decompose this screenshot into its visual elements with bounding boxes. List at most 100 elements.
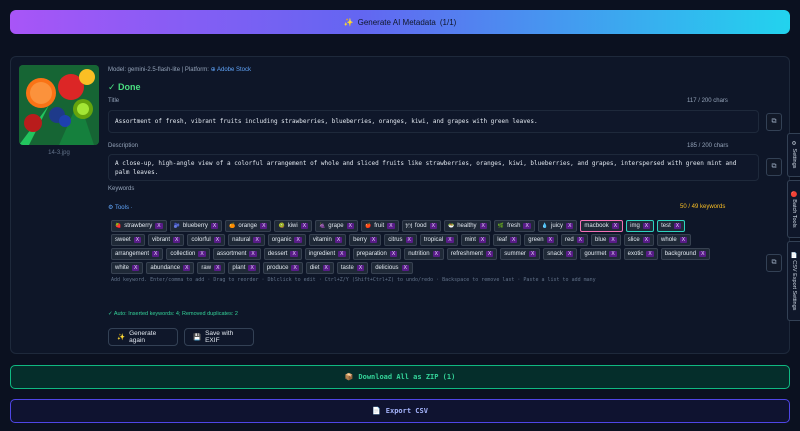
keyword-chip[interactable]: colorful X [187, 234, 226, 246]
keyword-chip[interactable]: produce X [262, 262, 303, 274]
generate-ai-metadata-button[interactable]: ✨ Generate AI Metadata (1/1) [10, 10, 790, 34]
save-with-exif-button[interactable]: 💾 Save with EXIF [184, 328, 254, 346]
remove-keyword-icon[interactable]: X [576, 237, 584, 243]
remove-keyword-icon[interactable]: X [679, 237, 688, 243]
keyword-chip[interactable]: citrus X [384, 234, 417, 246]
copy-keywords-icon[interactable]: ⧉ [766, 254, 782, 272]
keyword-chip[interactable]: 💧 juicy X [537, 220, 578, 232]
keyword-tools-toggle[interactable]: ⚙ Tools · [108, 204, 133, 211]
remove-keyword-icon[interactable]: X [132, 265, 140, 271]
remove-keyword-icon[interactable]: X [290, 251, 298, 257]
keyword-chip[interactable]: vitamin X [308, 234, 347, 246]
keyword-chip[interactable]: raw X [197, 262, 226, 274]
remove-keyword-icon[interactable]: X [509, 237, 518, 243]
remove-keyword-icon[interactable]: X [248, 265, 256, 271]
keyword-chip[interactable]: organic X [267, 234, 306, 246]
remove-keyword-icon[interactable]: X [322, 265, 330, 271]
keyword-chip[interactable]: ingredient X [304, 248, 350, 260]
remove-keyword-icon[interactable]: X [446, 237, 454, 243]
remove-keyword-icon[interactable]: X [401, 265, 409, 271]
remove-keyword-icon[interactable]: X [210, 223, 219, 229]
copy-title-icon[interactable]: ⧉ [766, 113, 782, 131]
remove-keyword-icon[interactable]: X [155, 223, 163, 229]
download-all-zip-button[interactable]: 📦 Download All as ZIP (1) [10, 365, 790, 389]
keyword-chip[interactable]: whole X [657, 234, 692, 246]
remove-keyword-icon[interactable]: X [133, 237, 142, 243]
remove-keyword-icon[interactable]: X [152, 251, 160, 257]
remove-keyword-icon[interactable]: X [566, 223, 574, 229]
keyword-chip[interactable]: abundance X [146, 262, 195, 274]
keyword-chip[interactable]: taste X [336, 262, 369, 274]
keyword-chip[interactable]: tropical X [419, 234, 458, 246]
remove-keyword-icon[interactable]: X [479, 223, 487, 229]
keyword-chip[interactable]: background X [660, 248, 711, 260]
keyword-chip[interactable]: test X [657, 220, 686, 232]
keyword-chip[interactable]: 🥗 healthy X [443, 220, 491, 232]
remove-keyword-icon[interactable]: X [609, 237, 617, 243]
keyword-chip[interactable]: exotic X [623, 248, 658, 260]
remove-keyword-icon[interactable]: X [673, 223, 682, 229]
keyword-chip[interactable]: slice X [623, 234, 655, 246]
remove-keyword-icon[interactable]: X [478, 237, 487, 243]
keyword-chip[interactable]: gourmet X [580, 248, 621, 260]
remove-keyword-icon[interactable]: X [346, 223, 354, 229]
keyword-chip[interactable]: collection X [166, 248, 210, 260]
remove-keyword-icon[interactable]: X [356, 265, 365, 271]
keyword-chip[interactable]: 🍊 orange X [225, 220, 272, 232]
remove-keyword-icon[interactable]: X [213, 237, 222, 243]
remove-keyword-icon[interactable]: X [214, 265, 222, 271]
keyword-chip[interactable]: berry X [349, 234, 382, 246]
keyword-chip[interactable]: red X [560, 234, 588, 246]
remove-keyword-icon[interactable]: X [429, 223, 437, 229]
remove-keyword-icon[interactable]: X [173, 237, 181, 243]
remove-keyword-icon[interactable]: X [485, 251, 494, 257]
remove-keyword-icon[interactable]: X [523, 223, 531, 229]
keyword-chip[interactable]: green X [524, 234, 558, 246]
remove-keyword-icon[interactable]: X [338, 251, 346, 257]
remove-keyword-icon[interactable]: X [546, 237, 554, 243]
keyword-chip[interactable]: plant X [228, 262, 260, 274]
remove-keyword-icon[interactable]: X [260, 223, 268, 229]
keyword-chip[interactable]: arrangement X [111, 248, 164, 260]
keyword-chip[interactable]: 🍓 strawberry X [111, 220, 167, 232]
remove-keyword-icon[interactable]: X [294, 237, 302, 243]
keyword-chip[interactable]: mint X [460, 234, 491, 246]
keyword-chip[interactable]: 🍇 grape X [315, 220, 358, 232]
keyword-chip[interactable]: 🌿 fresh X [493, 220, 535, 232]
remove-keyword-icon[interactable]: X [609, 251, 617, 257]
export-csv-button[interactable]: 📄 Export CSV [10, 399, 790, 423]
keyword-chip[interactable]: leaf X [493, 234, 522, 246]
tab-batch-tools[interactable]: 🔴 Batch Tools [787, 180, 800, 238]
remove-keyword-icon[interactable]: X [432, 251, 440, 257]
keyword-chip[interactable]: preparation X [352, 248, 402, 260]
keyword-chip[interactable]: natural X [228, 234, 265, 246]
remove-keyword-icon[interactable]: X [389, 251, 398, 257]
remove-keyword-icon[interactable]: X [300, 223, 309, 229]
keyword-chip[interactable]: summer X [500, 248, 541, 260]
keyword-chip[interactable]: dessert X [263, 248, 302, 260]
remove-keyword-icon[interactable]: X [198, 251, 206, 257]
keyword-chip[interactable]: 🥝 kiwi X [274, 220, 313, 232]
remove-keyword-icon[interactable]: X [405, 237, 413, 243]
title-field[interactable]: Assortment of fresh, vibrant fruits incl… [108, 110, 759, 133]
keyword-chip[interactable]: white X [111, 262, 144, 274]
remove-keyword-icon[interactable]: X [646, 251, 654, 257]
keyword-chip[interactable]: 🫐 blueberry X [169, 220, 223, 232]
keyword-editor[interactable]: 🍓 strawberry X 🫐 blueberry X 🍊 orange X 🥝 kiwi X 🍇 gr… [108, 217, 714, 301]
tab-csv-export-settings[interactable]: 📄 CSV Export Settings [787, 241, 800, 321]
remove-keyword-icon[interactable]: X [611, 223, 620, 229]
keyword-chip[interactable]: delicious X [371, 262, 413, 274]
remove-keyword-icon[interactable]: X [565, 251, 574, 257]
remove-keyword-icon[interactable]: X [249, 251, 257, 257]
keyword-chip[interactable]: nutrition X [404, 248, 444, 260]
keyword-chip[interactable]: img X [626, 220, 655, 232]
remove-keyword-icon[interactable]: X [528, 251, 537, 257]
keyword-chip[interactable]: diet X [305, 262, 334, 274]
keyword-chip[interactable]: vibrant X [148, 234, 185, 246]
keyword-chip[interactable]: 🍽 food X [401, 220, 441, 232]
keyword-chip[interactable]: sweet X [111, 234, 146, 246]
remove-keyword-icon[interactable]: X [291, 265, 299, 271]
keyword-chip[interactable]: snack X [543, 248, 578, 260]
copy-description-icon[interactable]: ⧉ [766, 158, 782, 176]
description-field[interactable]: A close-up, high-angle view of a colorfu… [108, 154, 759, 181]
